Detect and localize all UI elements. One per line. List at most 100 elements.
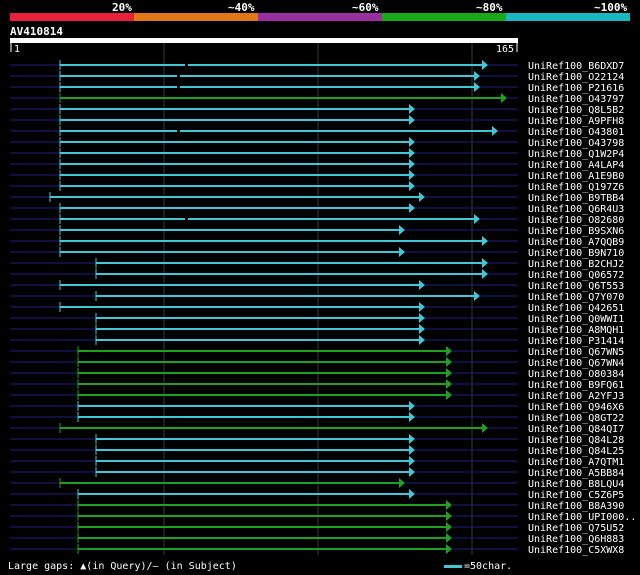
- hit-row[interactable]: UniRef100_Q75U52: [10, 522, 624, 534]
- hit-row[interactable]: UniRef100_Q67WN5: [10, 346, 624, 358]
- hit-name[interactable]: UniRef100_A8MQH1: [528, 325, 624, 336]
- hit-row[interactable]: UniRef100_B2CHJ2: [10, 258, 624, 270]
- hit-row[interactable]: UniRef100_UPI000..: [10, 511, 636, 523]
- hit-name[interactable]: UniRef100_Q6R4U3: [528, 204, 624, 215]
- hit-row[interactable]: UniRef100_Q6T553: [10, 280, 624, 292]
- hit-name[interactable]: UniRef100_O22124: [528, 72, 624, 83]
- hit-name[interactable]: UniRef100_C5XWX8: [528, 545, 624, 556]
- hit-name[interactable]: UniRef100_Q84L28: [528, 435, 624, 446]
- hit-name[interactable]: UniRef100_Q84L25: [528, 446, 624, 457]
- hit-row[interactable]: UniRef100_O80384: [10, 368, 624, 380]
- hit-arrow-icon: [419, 313, 425, 323]
- hit-row[interactable]: UniRef100_O22124: [10, 71, 624, 83]
- hit-row[interactable]: UniRef100_A1E9B0: [10, 170, 624, 182]
- hit-row[interactable]: UniRef100_Q84L25: [10, 445, 624, 457]
- hit-row[interactable]: UniRef100_B9N710: [10, 247, 624, 259]
- hit-name[interactable]: UniRef100_A2YFJ3: [528, 391, 624, 402]
- hit-name[interactable]: UniRef100_B9TBB4: [528, 193, 624, 204]
- hit-name[interactable]: UniRef100_B8A390: [528, 501, 624, 512]
- hit-name[interactable]: UniRef100_Q946X6: [528, 402, 624, 413]
- hit-name[interactable]: UniRef100_Q75U52: [528, 523, 624, 534]
- hit-name[interactable]: UniRef100_Q84QI7: [528, 424, 624, 435]
- hit-name[interactable]: UniRef100_O80384: [528, 369, 624, 380]
- hit-name[interactable]: UniRef100_UPI000..: [528, 512, 636, 523]
- hit-row[interactable]: UniRef100_B8LQU4: [10, 478, 624, 490]
- hit-name[interactable]: UniRef100_Q0WWI1: [528, 314, 624, 325]
- hit-row[interactable]: UniRef100_A8MQH1: [10, 324, 624, 336]
- hit-name[interactable]: UniRef100_B9SXN6: [528, 226, 624, 237]
- hit-row[interactable]: UniRef100_Q84L28: [10, 434, 624, 446]
- hit-row[interactable]: UniRef100_A7QTM1: [10, 456, 624, 468]
- hit-row[interactable]: UniRef100_P31414: [10, 335, 624, 347]
- hit-row[interactable]: UniRef100_B9SXN6: [10, 225, 624, 237]
- hit-name[interactable]: UniRef100_Q6H883: [528, 534, 624, 545]
- hit-row[interactable]: UniRef100_A9PFH8: [10, 115, 624, 127]
- hit-name[interactable]: UniRef100_P21616: [528, 83, 624, 94]
- hit-name[interactable]: UniRef100_Q1W2P4: [528, 149, 624, 160]
- hit-name[interactable]: UniRef100_O43797: [528, 94, 624, 105]
- hit-name[interactable]: UniRef100_O43798: [528, 138, 624, 149]
- hit-row[interactable]: UniRef100_O82680: [10, 214, 624, 226]
- hit-row[interactable]: UniRef100_C5XWX8: [10, 544, 624, 556]
- hit-arrow-icon: [409, 467, 415, 477]
- hit-row[interactable]: UniRef100_Q8GT22: [10, 412, 624, 424]
- hit-name[interactable]: UniRef100_A4LAP4: [528, 160, 624, 171]
- hit-name[interactable]: UniRef100_A1E9B0: [528, 171, 624, 182]
- hit-row[interactable]: UniRef100_O43801: [10, 126, 624, 138]
- hit-name[interactable]: UniRef100_Q67WN5: [528, 347, 624, 358]
- hit-name[interactable]: UniRef100_Q06572: [528, 270, 624, 281]
- gaps-label: Large gaps:: [8, 561, 75, 572]
- hit-row[interactable]: UniRef100_A2YFJ3: [10, 390, 624, 402]
- hit-row[interactable]: UniRef100_Q6R4U3: [10, 203, 624, 215]
- hit-arrow-icon: [409, 137, 415, 147]
- hit-name[interactable]: UniRef100_A7QQB9: [528, 237, 624, 248]
- hit-arrow-icon: [399, 478, 405, 488]
- hit-row[interactable]: UniRef100_Q84QI7: [10, 423, 624, 435]
- hit-name[interactable]: UniRef100_P31414: [528, 336, 624, 347]
- hit-row[interactable]: UniRef100_Q06572: [10, 269, 624, 281]
- hit-name[interactable]: UniRef100_B9N710: [528, 248, 624, 259]
- hit-row[interactable]: UniRef100_Q197Z6: [10, 181, 624, 193]
- hit-row[interactable]: UniRef100_B8A390: [10, 500, 624, 512]
- hit-name[interactable]: UniRef100_Q7Y070: [528, 292, 624, 303]
- hit-name[interactable]: UniRef100_B2CHJ2: [528, 259, 624, 270]
- hit-row[interactable]: UniRef100_B9FQ61: [10, 379, 624, 391]
- hit-name[interactable]: UniRef100_A7QTM1: [528, 457, 624, 468]
- hit-name[interactable]: UniRef100_B6DXD7: [528, 61, 624, 72]
- hit-name[interactable]: UniRef100_O43801: [528, 127, 624, 138]
- hit-arrow-icon: [446, 357, 452, 367]
- hit-row[interactable]: UniRef100_Q6H883: [10, 533, 624, 545]
- hit-row[interactable]: UniRef100_C5Z6P5: [10, 489, 624, 501]
- hit-arrow-icon: [474, 71, 480, 81]
- hit-row[interactable]: UniRef100_Q8L5B2: [10, 104, 624, 116]
- hit-arrow-icon: [409, 170, 415, 180]
- hit-name[interactable]: UniRef100_O82680: [528, 215, 624, 226]
- hit-row[interactable]: UniRef100_Q7Y070: [10, 291, 624, 303]
- hit-row[interactable]: UniRef100_Q946X6: [10, 401, 624, 413]
- hit-row[interactable]: UniRef100_A4LAP4: [10, 159, 624, 171]
- hit-name[interactable]: UniRef100_A9PFH8: [528, 116, 624, 127]
- hit-name[interactable]: UniRef100_Q8GT22: [528, 413, 624, 424]
- hit-row[interactable]: UniRef100_Q0WWI1: [10, 313, 624, 325]
- hit-name[interactable]: UniRef100_Q67WN4: [528, 358, 624, 369]
- hit-row[interactable]: UniRef100_B6DXD7: [10, 60, 624, 72]
- hit-row[interactable]: UniRef100_Q67WN4: [10, 357, 624, 369]
- hit-name[interactable]: UniRef100_C5Z6P5: [528, 490, 624, 501]
- hit-row[interactable]: UniRef100_O43797: [10, 93, 624, 105]
- hit-row[interactable]: UniRef100_Q42651: [10, 302, 624, 314]
- hit-name[interactable]: UniRef100_B9FQ61: [528, 380, 624, 391]
- hit-name[interactable]: UniRef100_Q6T553: [528, 281, 624, 292]
- hit-name[interactable]: UniRef100_B8LQU4: [528, 479, 624, 490]
- hit-name[interactable]: UniRef100_A5BB84: [528, 468, 624, 479]
- hit-name[interactable]: UniRef100_Q8L5B2: [528, 105, 624, 116]
- hit-name[interactable]: UniRef100_Q197Z6: [528, 182, 624, 193]
- hit-arrow-icon: [399, 225, 405, 235]
- hit-row[interactable]: UniRef100_P21616: [10, 82, 624, 94]
- hit-row[interactable]: UniRef100_A7QQB9: [10, 236, 624, 248]
- hit-name[interactable]: UniRef100_Q42651: [528, 303, 624, 314]
- hit-row[interactable]: UniRef100_B9TBB4: [10, 192, 624, 204]
- hit-arrow-icon: [446, 511, 452, 521]
- hit-row[interactable]: UniRef100_A5BB84: [10, 467, 624, 479]
- hit-row[interactable]: UniRef100_Q1W2P4: [10, 148, 624, 160]
- hit-row[interactable]: UniRef100_O43798: [10, 137, 624, 149]
